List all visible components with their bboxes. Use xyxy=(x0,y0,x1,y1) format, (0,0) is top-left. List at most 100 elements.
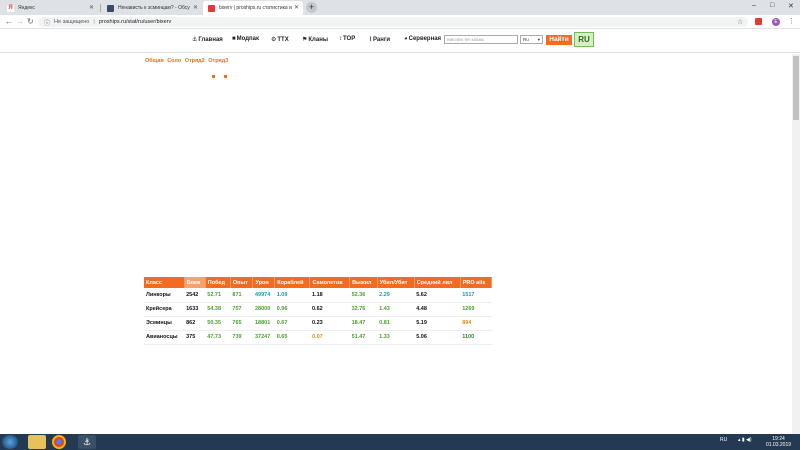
nav-item-top[interactable]: ↕TOP xyxy=(339,36,355,42)
language-button[interactable]: RU xyxy=(574,32,594,47)
col-header[interactable]: Убил/Убит xyxy=(377,277,415,288)
anchor-icon[interactable]: ⚓ xyxy=(78,435,96,449)
nav-label: Серверная xyxy=(408,36,442,42)
col-header[interactable]: Самолетов xyxy=(309,277,351,288)
stat-cell: 50.35 xyxy=(205,316,231,331)
minimize-button[interactable]: – xyxy=(752,2,756,9)
stat-cell: 37247 xyxy=(252,330,275,345)
nav-item-modpack[interactable]: ■Модпак xyxy=(232,36,259,42)
stat-cell: 54.38 xyxy=(205,302,231,317)
scrollbar-thumb[interactable] xyxy=(793,56,799,120)
stat-cell: 375 xyxy=(184,330,206,345)
stat-cell: 1.09 xyxy=(274,288,310,303)
clock-date: 01.03.2019 xyxy=(766,442,792,448)
realm-value: Ru xyxy=(523,37,529,42)
nav-item-ttx[interactable]: ⚙ТТХ xyxy=(271,36,289,43)
stat-cell: 739 xyxy=(230,330,253,345)
nav-label: Кланы xyxy=(308,37,328,43)
tray-icons[interactable]: ▴ ▮ ◀) xyxy=(738,437,752,443)
col-header[interactable]: Кораблей xyxy=(274,277,311,288)
extension-icon[interactable] xyxy=(755,18,762,25)
proships-icon xyxy=(208,4,215,12)
col-header[interactable]: Средний лвл xyxy=(414,277,461,288)
menu-icon[interactable]: ⋮ xyxy=(788,17,795,25)
col-header[interactable]: Побед xyxy=(205,277,231,288)
stat-cell: 1633 xyxy=(184,302,206,317)
address-bar: ← → ↻ ⓘ Не защищено | proships.ru/stat/r… xyxy=(0,15,800,29)
new-tab-button[interactable]: + xyxy=(306,2,317,13)
table-row: Линкоры 2542 52.71 871 49974 1.09 1.18 52.36 2.2… xyxy=(144,288,492,303)
tab-separator xyxy=(100,4,101,12)
anchor-icon: ⚓ xyxy=(192,37,198,43)
reload-icon[interactable]: ↻ xyxy=(27,17,34,26)
stat-cell: 862 xyxy=(184,316,206,331)
tab-division3[interactable]: Отряд3 xyxy=(208,58,228,64)
stat-cell: 5.62 xyxy=(414,288,461,303)
explorer-icon[interactable] xyxy=(28,435,46,449)
tab-proships[interactable]: bixerv | proships.ru статистика и ✕ xyxy=(203,1,303,15)
stat-cell: 51.47 xyxy=(349,330,378,345)
yandex-icon: Я xyxy=(7,4,14,12)
clan-icon: ⚑ xyxy=(302,37,308,43)
col-header[interactable]: Боев xyxy=(184,277,206,288)
window-close-button[interactable]: ✕ xyxy=(788,2,794,10)
search-input[interactable]: ник или тег клана xyxy=(444,35,518,44)
profile-avatar[interactable]: E xyxy=(772,18,780,26)
tab-label: Яндекс xyxy=(18,5,35,11)
top-icon: ↕ xyxy=(339,36,342,42)
taskbar: ⚓ RU ▴ ▮ ◀) 19:24 01.03.2019 xyxy=(0,434,800,450)
stat-cell: 28000 xyxy=(252,302,275,317)
back-icon[interactable]: ← xyxy=(5,17,13,26)
realm-select[interactable]: Ru ▾ xyxy=(520,35,543,44)
stat-cell: 0.96 xyxy=(274,302,310,317)
stat-cell: 2542 xyxy=(184,288,206,303)
tab-strip: Я Яндекс ✕ Ненависть к эсминцам? - Обсу … xyxy=(0,0,800,15)
maximize-button[interactable]: □ xyxy=(770,2,774,9)
start-button[interactable] xyxy=(2,435,18,449)
stat-cell: 1.43 xyxy=(377,302,415,317)
info-icon: ⓘ xyxy=(44,20,51,27)
col-header[interactable]: PRO ails xyxy=(460,277,493,288)
stat-cell: 32.76 xyxy=(349,302,378,317)
omnibox[interactable]: ⓘ Не защищено | proships.ru/stat/ru/user… xyxy=(38,17,748,27)
chevron-down-icon: ▾ xyxy=(537,37,540,42)
stat-cell: 4.48 xyxy=(414,302,461,317)
bookmark-star-icon[interactable]: ☆ xyxy=(737,18,743,26)
stat-cell: 52.36 xyxy=(349,288,378,303)
nav-item-clans[interactable]: ⚑Кланы xyxy=(302,36,328,43)
col-header[interactable]: Выжил xyxy=(349,277,378,288)
col-header[interactable]: Опыт xyxy=(230,277,254,288)
close-icon[interactable]: ✕ xyxy=(89,4,94,11)
stat-cell: 871 xyxy=(230,288,253,303)
tab-overall[interactable]: Общая xyxy=(145,58,164,64)
stat-cell: 1269 xyxy=(460,302,492,317)
ship-class-cell: Линкоры xyxy=(144,288,185,303)
clock[interactable]: 19:24 01.03.2019 xyxy=(766,436,791,448)
close-icon[interactable]: ✕ xyxy=(294,4,299,11)
col-header[interactable]: Урон xyxy=(252,277,276,288)
tab-solo[interactable]: Соло xyxy=(167,58,181,64)
forward-icon[interactable]: → xyxy=(16,17,24,26)
ship-class-cell: Эсминцы xyxy=(144,316,185,331)
chart-icon: ⌇ xyxy=(369,37,372,43)
nav-label: Модпак xyxy=(236,36,259,42)
stat-cell: 1.33 xyxy=(377,330,415,345)
nav-item-ranks[interactable]: ⌇Ранги xyxy=(369,36,390,43)
close-icon[interactable]: ✕ xyxy=(193,4,198,11)
col-header[interactable]: Класс xyxy=(144,277,185,288)
find-button[interactable]: Найти xyxy=(546,35,572,45)
chart-marker xyxy=(212,75,215,78)
forum-icon xyxy=(107,4,114,12)
tab-division2[interactable]: Отряд2 xyxy=(185,58,205,64)
language-indicator[interactable]: RU xyxy=(720,437,727,443)
nav-item-server[interactable]: ◕Серверная xyxy=(404,36,441,42)
gear-icon: ⚙ xyxy=(271,37,277,43)
tab-yandex[interactable]: Я Яндекс ✕ xyxy=(2,1,98,15)
ship-class-cell: Авианосцы xyxy=(144,330,185,345)
stat-cell: 894 xyxy=(460,316,492,331)
chrome-icon[interactable] xyxy=(52,435,66,449)
stat-cell: 1.18 xyxy=(309,288,350,303)
nav-item-home[interactable]: ⚓Главная xyxy=(192,36,223,43)
tab-forum[interactable]: Ненависть к эсминцам? - Обсу ✕ xyxy=(102,1,202,15)
nav-label: Главная xyxy=(198,37,223,43)
